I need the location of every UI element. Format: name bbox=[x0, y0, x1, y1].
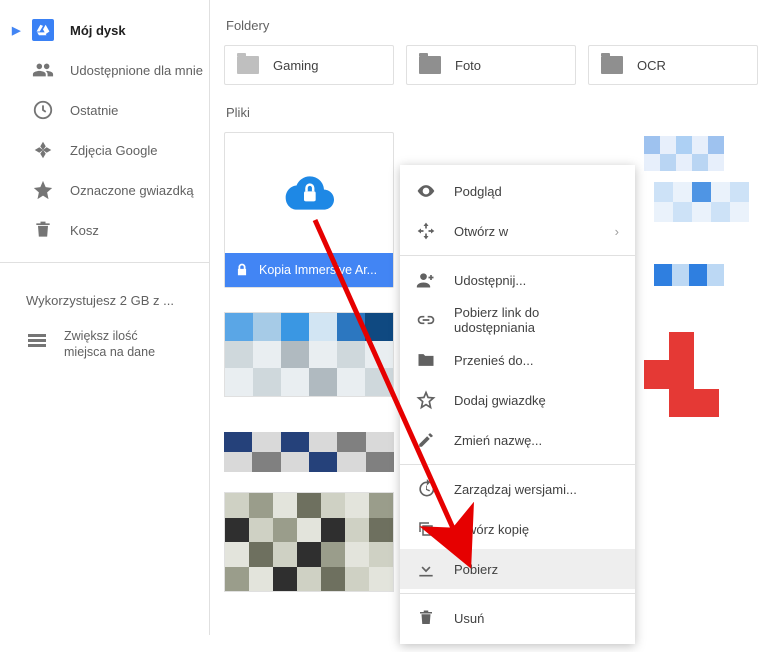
menu-label: Przenieś do... bbox=[454, 353, 534, 368]
menu-label: Zmień nazwę... bbox=[454, 433, 542, 448]
download-icon bbox=[416, 559, 436, 579]
menu-label: Utwórz kopię bbox=[454, 522, 529, 537]
star-outline-icon bbox=[416, 390, 436, 410]
sidebar: ▶ Mój dysk ▶ Udostępnione dla mnie ▶ Ost… bbox=[0, 0, 210, 635]
folder-card[interactable]: OCR bbox=[588, 45, 758, 85]
files-heading: Pliki bbox=[226, 105, 765, 120]
clock-icon bbox=[32, 99, 54, 121]
trash-icon bbox=[32, 219, 54, 241]
pencil-icon bbox=[416, 430, 436, 450]
open-with-icon bbox=[416, 221, 436, 241]
file-preview bbox=[225, 133, 393, 253]
menu-label: Usuń bbox=[454, 611, 484, 626]
file-footer: Kopia Immersive Ar... bbox=[225, 253, 393, 287]
locked-cloud-icon bbox=[282, 173, 336, 213]
folders-heading: Foldery bbox=[226, 18, 765, 33]
storage-usage-text: Wykorzystujesz 2 GB z ... bbox=[0, 275, 209, 318]
expand-icon: ▶ bbox=[12, 24, 22, 37]
file-card-selected[interactable]: Kopia Immersive Ar... bbox=[224, 132, 394, 288]
menu-item-open-with[interactable]: Otwórz w › bbox=[400, 211, 635, 251]
chevron-right-icon: › bbox=[615, 224, 619, 239]
star-icon bbox=[32, 179, 54, 201]
menu-label: Udostępnij... bbox=[454, 273, 526, 288]
photos-icon bbox=[32, 139, 54, 161]
sidebar-item-photos[interactable]: ▶ Zdjęcia Google bbox=[0, 130, 209, 170]
file-thumb[interactable] bbox=[644, 332, 719, 417]
folder-icon bbox=[419, 56, 441, 74]
menu-item-preview[interactable]: Podgląd bbox=[400, 171, 635, 211]
link-icon bbox=[416, 310, 436, 330]
menu-label: Dodaj gwiazdkę bbox=[454, 393, 546, 408]
folder-icon bbox=[601, 56, 623, 74]
menu-label: Otwórz w bbox=[454, 224, 508, 239]
sidebar-item-recent[interactable]: ▶ Ostatnie bbox=[0, 90, 209, 130]
folder-card[interactable]: Gaming bbox=[224, 45, 394, 85]
upgrade-storage-link[interactable]: Zwiększ ilość miejsca na dane bbox=[0, 318, 209, 371]
menu-label: Zarządzaj wersjami... bbox=[454, 482, 577, 497]
person-add-icon bbox=[416, 270, 436, 290]
file-thumb[interactable] bbox=[654, 264, 724, 286]
file-name: Kopia Immersive Ar... bbox=[259, 263, 377, 277]
folder-card[interactable]: Foto bbox=[406, 45, 576, 85]
menu-item-versions[interactable]: Zarządzaj wersjami... bbox=[400, 469, 635, 509]
file-thumb[interactable] bbox=[654, 182, 749, 222]
menu-item-get-link[interactable]: Pobierz link do udostępniania bbox=[400, 300, 635, 340]
trash-icon bbox=[416, 608, 436, 628]
menu-item-rename[interactable]: Zmień nazwę... bbox=[400, 420, 635, 460]
storage-icon bbox=[26, 328, 48, 350]
folder-name: OCR bbox=[637, 58, 666, 73]
menu-label: Pobierz link do udostępniania bbox=[454, 305, 619, 335]
move-folder-icon bbox=[416, 350, 436, 370]
folder-name: Gaming bbox=[273, 58, 319, 73]
restore-icon bbox=[416, 479, 436, 499]
people-icon bbox=[32, 59, 54, 81]
sidebar-item-label: Mój dysk bbox=[70, 23, 126, 38]
folders-row: Gaming Foto OCR bbox=[224, 45, 765, 85]
sidebar-item-label: Kosz bbox=[70, 223, 99, 238]
file-thumb[interactable] bbox=[644, 136, 724, 171]
file-thumb[interactable] bbox=[224, 432, 394, 472]
menu-item-star[interactable]: Dodaj gwiazdkę bbox=[400, 380, 635, 420]
menu-item-share[interactable]: Udostępnij... bbox=[400, 260, 635, 300]
menu-item-download[interactable]: Pobierz bbox=[400, 549, 635, 589]
sidebar-item-label: Udostępnione dla mnie bbox=[70, 63, 203, 78]
menu-item-move[interactable]: Przenieś do... bbox=[400, 340, 635, 380]
sidebar-item-my-drive[interactable]: ▶ Mój dysk bbox=[0, 10, 209, 50]
upgrade-line1: Zwiększ ilość bbox=[64, 329, 138, 343]
eye-icon bbox=[416, 181, 436, 201]
sidebar-item-label: Oznaczone gwiazdką bbox=[70, 183, 194, 198]
drive-icon bbox=[32, 19, 54, 41]
sidebar-item-shared[interactable]: ▶ Udostępnione dla mnie bbox=[0, 50, 209, 90]
file-thumb[interactable] bbox=[224, 492, 394, 592]
sidebar-item-starred[interactable]: ▶ Oznaczone gwiazdką bbox=[0, 170, 209, 210]
menu-label: Pobierz bbox=[454, 562, 498, 577]
sidebar-item-label: Zdjęcia Google bbox=[70, 143, 157, 158]
lock-icon bbox=[235, 263, 249, 277]
menu-item-copy[interactable]: Utwórz kopię bbox=[400, 509, 635, 549]
menu-item-remove[interactable]: Usuń bbox=[400, 598, 635, 638]
menu-label: Podgląd bbox=[454, 184, 502, 199]
upgrade-line2: miejsca na dane bbox=[64, 345, 155, 359]
folder-icon bbox=[237, 56, 259, 74]
copy-icon bbox=[416, 519, 436, 539]
file-thumb[interactable] bbox=[224, 312, 394, 397]
context-menu: Podgląd Otwórz w › Udostępnij... Pobierz… bbox=[400, 165, 635, 644]
sidebar-item-label: Ostatnie bbox=[70, 103, 118, 118]
sidebar-item-trash[interactable]: ▶ Kosz bbox=[0, 210, 209, 250]
folder-name: Foto bbox=[455, 58, 481, 73]
